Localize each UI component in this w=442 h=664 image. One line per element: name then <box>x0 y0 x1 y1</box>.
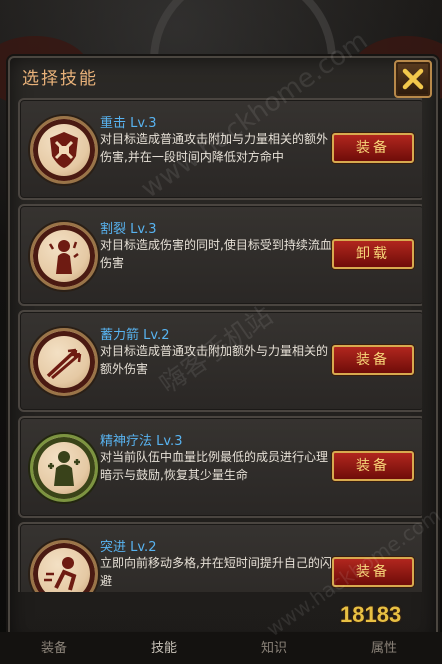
skill-medal <box>30 434 98 502</box>
skill-description: 对目标造成伤害的同时,使目标受到持续流血伤害 <box>100 238 332 270</box>
brand-logo: 18183 <box>340 602 402 627</box>
skill-medal <box>30 222 98 290</box>
arrows-icon <box>46 348 82 380</box>
dialog-title: 选择技能 <box>22 69 98 89</box>
unequip-button[interactable]: 卸载 <box>332 239 414 269</box>
skill-medal <box>30 540 98 592</box>
skill-description: 对当前队伍中血量比例最低的成员进行心理暗示与鼓励,恢复其少量生命 <box>100 450 329 482</box>
healing-figure-icon <box>48 451 80 486</box>
skill-name: 重击 Lv.3 <box>100 116 157 131</box>
skill-name: 突进 Lv.2 <box>100 540 157 555</box>
equip-button[interactable]: 装备 <box>332 345 414 375</box>
skill-medal <box>30 116 98 184</box>
dash-figure-icon <box>44 557 77 591</box>
tab-attributes[interactable]: 属性 <box>344 634 424 664</box>
equip-button[interactable]: 装备 <box>332 451 414 481</box>
skill-name: 精神疗法 Lv.3 <box>100 434 183 449</box>
tab-skills[interactable]: 技能 <box>124 634 204 664</box>
skill-description: 立即向前移动多格,并在短时间提升自己的闪避 <box>100 556 332 588</box>
skill-card: 精神疗法 Lv.3 对当前队伍中血量比例最低的成员进行心理暗示与鼓励,恢复其少量… <box>18 416 422 518</box>
close-button[interactable] <box>394 60 432 98</box>
skill-name: 蓄力箭 Lv.2 <box>100 328 170 343</box>
skill-name: 割裂 Lv.3 <box>100 222 157 237</box>
tab-equipment[interactable]: 装备 <box>14 634 94 664</box>
equip-button[interactable]: 装备 <box>332 133 414 163</box>
close-icon <box>402 68 424 90</box>
skill-card: 割裂 Lv.3 对目标造成伤害的同时,使目标受到持续流血伤害 卸载 <box>18 204 422 306</box>
skill-medal <box>30 328 98 396</box>
shield-hammer-icon <box>50 132 78 168</box>
bleeding-figure-icon <box>48 240 79 274</box>
